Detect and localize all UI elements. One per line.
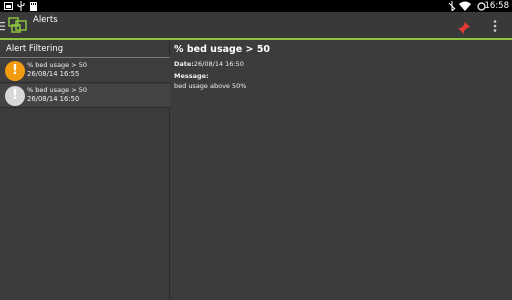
alert-title: % bed usage > 50 xyxy=(27,86,88,94)
action-bar xyxy=(0,12,512,38)
bluetooth-off-icon xyxy=(448,0,456,12)
alert-list-item[interactable]: ! % bed usage > 50 26/08/14 16:55 xyxy=(0,59,170,83)
app-logo-icon[interactable] xyxy=(6,15,32,35)
alert-list-pane: Alert Filtering ! % bed usage > 50 26/08… xyxy=(0,40,170,300)
pin-icon[interactable] xyxy=(458,19,470,34)
detail-date: Date:26/08/14 16:50 xyxy=(174,60,244,68)
detail-title: % bed usage > 50 xyxy=(174,44,271,55)
date-value: 26/08/14 16:50 xyxy=(193,60,244,68)
app-title: Alerts xyxy=(33,15,58,25)
overflow-menu-icon[interactable] xyxy=(492,18,498,32)
date-label: Date: xyxy=(174,60,194,68)
alert-timestamp: 26/08/14 16:55 xyxy=(27,70,80,78)
wifi-icon xyxy=(459,0,471,12)
message-label: Message: xyxy=(174,72,209,80)
warning-icon: ! xyxy=(5,61,25,81)
alert-timestamp: 26/08/14 16:50 xyxy=(27,95,80,103)
screenshot-icon xyxy=(4,0,13,12)
status-clock: 16:58 xyxy=(484,1,510,11)
usb-icon xyxy=(17,0,25,12)
alert-filtering-header: Alert Filtering xyxy=(6,44,64,54)
alert-title: % bed usage > 50 xyxy=(27,61,88,69)
header-divider xyxy=(0,57,170,58)
info-alert-icon: ! xyxy=(5,86,25,106)
sd-card-icon xyxy=(30,0,37,12)
alert-list-item[interactable]: ! % bed usage > 50 26/08/14 16:50 xyxy=(0,84,170,108)
status-bar: 16:58 xyxy=(0,0,512,12)
message-value: bed usage above 50% xyxy=(174,82,247,90)
